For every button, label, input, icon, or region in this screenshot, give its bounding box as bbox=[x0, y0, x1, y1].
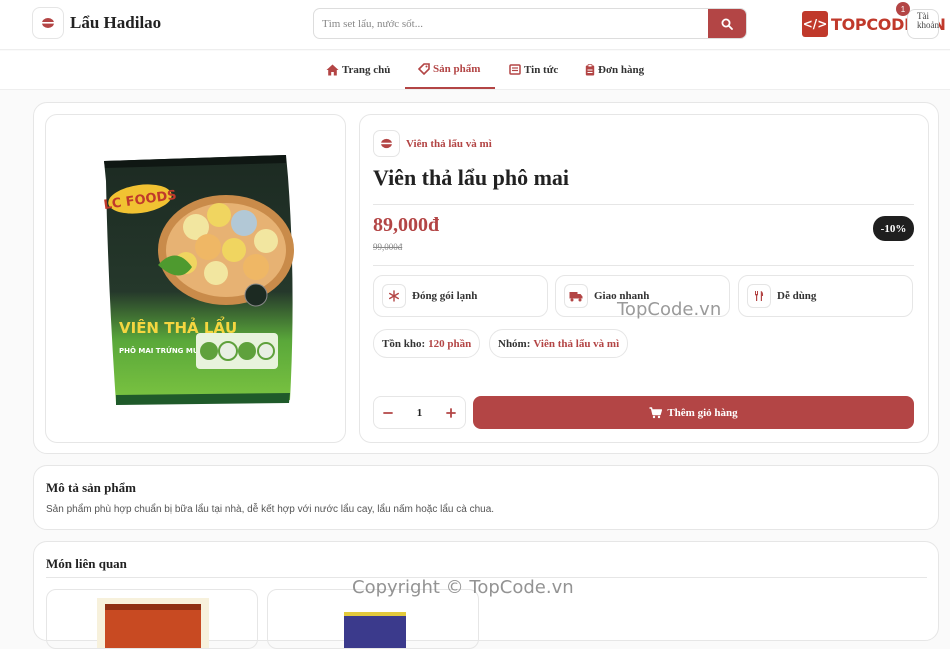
watermark-text: TopCode.vn bbox=[617, 299, 722, 320]
category-tag[interactable]: Viên thả lẩu và mì bbox=[373, 130, 492, 157]
package-subtitle-text: PHÔ MAI TRỨNG MUỐI bbox=[119, 345, 207, 355]
description-text: Sản phẩm phù hợp chuẩn bị bữa lẩu tại nh… bbox=[46, 504, 495, 515]
feature-label: Đóng gói lạnh bbox=[412, 290, 478, 302]
feature-easy-use: Dễ dùng bbox=[738, 275, 913, 317]
utensils-icon bbox=[747, 284, 771, 308]
minus-icon[interactable] bbox=[383, 408, 393, 418]
stock-value: 120 phần bbox=[428, 337, 472, 350]
group-chip: Nhóm: Viên thả lẩu và mì bbox=[489, 329, 629, 358]
quantity-stepper bbox=[373, 396, 466, 429]
add-to-cart-button[interactable]: Thêm giỏ hàng bbox=[473, 396, 914, 429]
plus-icon[interactable] bbox=[446, 407, 456, 418]
nav-products-label: Sản phẩm bbox=[433, 63, 481, 75]
quantity-input[interactable] bbox=[404, 406, 435, 419]
nav-orders-label: Đơn hàng bbox=[598, 63, 645, 76]
clipboard-icon bbox=[585, 63, 595, 75]
product-package-image: LC FOODS VIÊN THẢ LẨU PHÔ MAI TRỨNG MUỐI bbox=[103, 155, 294, 405]
nav-news-label: Tin tức bbox=[524, 63, 559, 76]
related-product-card[interactable] bbox=[46, 589, 258, 649]
related-title: Món liên quan bbox=[46, 556, 127, 571]
stock-label: Tồn kho: bbox=[382, 337, 426, 350]
search-icon bbox=[721, 18, 733, 30]
description-title: Mô tả sản phẩm bbox=[46, 480, 136, 495]
divider bbox=[373, 265, 914, 266]
account-button[interactable]: Tài khoản bbox=[907, 9, 939, 39]
cart-count-badge[interactable]: 1 bbox=[896, 2, 910, 16]
search-bar bbox=[313, 8, 747, 39]
newspaper-icon bbox=[509, 64, 521, 75]
hotpot-category-icon bbox=[373, 130, 400, 157]
nav-products[interactable]: Sản phẩm bbox=[405, 51, 495, 89]
product-title: Viên thả lẩu phô mai bbox=[373, 165, 570, 190]
hotpot-logo-icon bbox=[32, 7, 64, 39]
add-to-cart-label: Thêm giỏ hàng bbox=[667, 406, 738, 419]
main-nav: Trang chủ Sản phẩm Tin tức Đơn hàng bbox=[0, 51, 950, 90]
topcode-logo-icon: </> bbox=[802, 11, 828, 37]
discount-badge: -10% bbox=[873, 216, 914, 241]
divider bbox=[373, 204, 914, 205]
nav-news[interactable]: Tin tức bbox=[509, 51, 558, 88]
brand-name: Lẩu Hadilao bbox=[70, 13, 162, 32]
feature-cold-pack: Đóng gói lạnh bbox=[373, 275, 548, 317]
brand[interactable]: Lẩu Hadilao bbox=[32, 7, 161, 39]
description-card: Mô tả sản phẩm Sản phẩm phù hợp chuẩn bị… bbox=[33, 465, 939, 530]
home-icon bbox=[326, 64, 339, 75]
copyright-watermark: Copyright © TopCode.vn bbox=[352, 577, 574, 598]
feature-label: Dễ dùng bbox=[777, 290, 817, 302]
group-value: Viên thả lẩu và mì bbox=[533, 337, 620, 350]
nav-orders[interactable]: Đơn hàng bbox=[585, 51, 644, 88]
truck-icon bbox=[564, 284, 588, 308]
snowflake-icon bbox=[382, 284, 406, 308]
current-price: 89,000đ bbox=[373, 214, 440, 236]
nav-home[interactable]: Trang chủ bbox=[326, 51, 390, 88]
top-header: Lẩu Hadilao </> TOPCODE.VN Tài khoản 1 bbox=[0, 0, 950, 50]
cart-icon bbox=[649, 406, 663, 418]
related-product-image bbox=[344, 612, 406, 648]
related-product-card[interactable] bbox=[267, 589, 479, 649]
stock-chip: Tồn kho: 120 phần bbox=[373, 329, 481, 358]
search-input[interactable] bbox=[314, 9, 710, 38]
group-label: Nhóm: bbox=[498, 337, 531, 350]
product-image-frame: LC FOODS VIÊN THẢ LẨU PHÔ MAI TRỨNG MUỐI bbox=[45, 114, 346, 443]
related-product-image bbox=[97, 598, 209, 648]
nav-home-label: Trang chủ bbox=[342, 63, 391, 76]
search-button[interactable] bbox=[708, 9, 746, 38]
product-info-panel: Viên thả lẩu và mì Viên thả lẩu phô mai … bbox=[359, 114, 929, 443]
product-detail-card: LC FOODS VIÊN THẢ LẨU PHÔ MAI TRỨNG MUỐI… bbox=[33, 102, 939, 454]
original-price: 99,000đ bbox=[373, 242, 403, 252]
tag-icon bbox=[418, 63, 430, 75]
category-label: Viên thả lẩu và mì bbox=[406, 137, 492, 150]
